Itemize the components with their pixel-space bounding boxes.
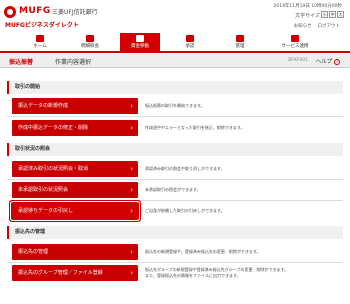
nav-statements-label: 明細照会 xyxy=(81,44,99,49)
list-item: 振込先のグループ管理／ファイル登録 › 振込先グループの新規登録や登録済み振込先… xyxy=(7,264,343,282)
help-label: ヘルプ xyxy=(315,59,333,65)
list-item: 未承認取引の状況照会 › 未承認取引の照会ができます。 xyxy=(7,181,343,199)
list-item: 振込先の管理 › 振込先の新規登録や、登録済み振込先の変更、削除ができます。 xyxy=(7,243,343,261)
size-small-button[interactable]: 小 xyxy=(321,11,328,18)
document-icon xyxy=(86,35,94,42)
divider xyxy=(7,200,343,201)
top-links: お知らせ ログアウト xyxy=(294,23,340,29)
datetime: 2014年11月19日 10時00分00秒 xyxy=(273,4,342,9)
chevron-right-icon: › xyxy=(130,269,133,277)
header: MUFG 三菱UFJ信託銀行 MUFGビジネスダイレクト 2014年11月19日… xyxy=(0,0,350,33)
screen-code: BFKF001 xyxy=(288,58,308,63)
page-title: 振込振替 xyxy=(9,59,34,66)
row-description: 振込先グループの新規登録や登録済み振込先グループの変更、削除ができます。 また、… xyxy=(145,267,288,279)
row-description: 振込振替の取引を開始できます。 xyxy=(145,103,205,108)
list-item: 承認済み取引の状況照会・取消 › 承認済み取引の照会や取り消しができます。 xyxy=(7,160,343,178)
list-item: 承認待ちデータの引戻し › ご自身が依頼した取引の引戻しができます。 xyxy=(7,202,343,220)
unapproved-status-label: 未承認取引の状況照会 xyxy=(18,187,69,193)
payee-group-button[interactable]: 振込先のグループ管理／ファイル登録 › xyxy=(12,265,138,281)
nav-service-link[interactable]: サービス連携 xyxy=(270,33,320,51)
edit-draft-label: 作成中振込データの修正・削除 xyxy=(18,125,89,131)
row-description: 未承認取引の照会ができます。 xyxy=(145,187,201,192)
nav-statements[interactable]: 明細照会 xyxy=(70,33,110,51)
edit-draft-button[interactable]: 作成中振込データの修正・削除 › xyxy=(12,120,138,136)
bank-name: 三菱UFJ信託銀行 xyxy=(52,9,98,16)
service-name: MUFGビジネスダイレクト xyxy=(5,22,79,29)
payee-group-label: 振込先のグループ管理／ファイル登録 xyxy=(18,270,103,276)
divider xyxy=(7,116,343,117)
section-heading-payee: 振込先の管理 xyxy=(7,226,343,239)
chevron-right-icon: › xyxy=(130,165,133,173)
create-transfer-button[interactable]: 振込データの新規作成 › xyxy=(12,98,138,114)
approved-status-label: 承認済み取引の状況照会・取消 xyxy=(18,166,89,172)
transfer-icon xyxy=(136,35,144,42)
char-size-label: 文字サイズ xyxy=(295,13,320,19)
payee-management-button[interactable]: 振込先の管理 › xyxy=(12,244,138,260)
page-subtitle: 作業内容選択 xyxy=(55,59,92,66)
size-large-button[interactable]: 大 xyxy=(337,11,344,18)
unapproved-status-button[interactable]: 未承認取引の状況照会 › xyxy=(12,182,138,198)
row-description: 作成途中やエラーとなった取引を修正、削除できます。 xyxy=(145,125,245,130)
home-icon xyxy=(36,35,44,42)
payee-management-label: 振込先の管理 xyxy=(18,249,49,255)
chevron-right-icon: › xyxy=(130,207,133,215)
divider xyxy=(7,262,343,263)
service-link-icon xyxy=(291,35,299,42)
approval-icon xyxy=(186,35,194,42)
nav-service-link-label: サービス連携 xyxy=(281,44,309,49)
mufg-logo-icon xyxy=(4,6,16,18)
list-item: 作成中振込データの修正・削除 › 作成途中やエラーとなった取引を修正、削除できま… xyxy=(7,119,343,137)
nav-management[interactable]: 管理 xyxy=(220,33,260,51)
nav-approval-label: 承認 xyxy=(185,44,195,49)
chevron-right-icon: › xyxy=(130,248,133,256)
size-medium-button[interactable]: 中 xyxy=(329,11,336,18)
recall-pending-label: 承認待ちデータの引戻し xyxy=(18,208,74,214)
chevron-right-icon: › xyxy=(130,102,133,110)
section-heading-start: 取引の開始 xyxy=(7,81,343,94)
nav-fund-transfer-label: 資金移動 xyxy=(131,44,149,49)
nav-home[interactable]: ホーム xyxy=(20,33,60,51)
help-link[interactable]: ヘルプ ? xyxy=(316,57,340,65)
section-heading-status: 取引状況の照会 xyxy=(7,143,343,156)
row-description: 振込先の新規登録や、登録済み振込先の変更、削除ができます。 xyxy=(145,249,261,254)
recall-pending-button[interactable]: 承認待ちデータの引戻し › xyxy=(11,202,139,220)
chevron-right-icon: › xyxy=(130,186,133,194)
chevron-right-icon: › xyxy=(130,124,133,132)
row-description-line2: また、登録振込先の情報をファイルに出力できます。 xyxy=(145,273,241,278)
management-icon xyxy=(236,35,244,42)
approved-status-button[interactable]: 承認済み取引の状況照会・取消 › xyxy=(12,161,138,177)
notice-link[interactable]: お知らせ xyxy=(294,23,312,29)
page-title-bar: 振込振替 作業内容選択 BFKF001 ヘルプ ? xyxy=(0,54,350,68)
divider xyxy=(7,179,343,180)
nav-home-label: ホーム xyxy=(33,44,47,49)
create-transfer-label: 振込データの新規作成 xyxy=(18,103,69,109)
global-nav: ホーム 明細照会 資金移動 承認 管理 サービス連携 xyxy=(0,33,350,53)
question-icon: ? xyxy=(334,58,340,65)
logout-link[interactable]: ログアウト xyxy=(318,23,341,29)
row-description: ご自身が依頼した取引の引戻しができます。 xyxy=(145,208,225,213)
logo-text: MUFG xyxy=(19,6,51,16)
list-item: 振込データの新規作成 › 振込振替の取引を開始できます。 xyxy=(7,97,343,115)
nav-approval[interactable]: 承認 xyxy=(170,33,210,51)
row-description: 承認済み取引の照会や取り消しができます。 xyxy=(145,166,225,171)
nav-fund-transfer[interactable]: 資金移動 xyxy=(120,33,160,51)
nav-management-label: 管理 xyxy=(235,44,245,49)
